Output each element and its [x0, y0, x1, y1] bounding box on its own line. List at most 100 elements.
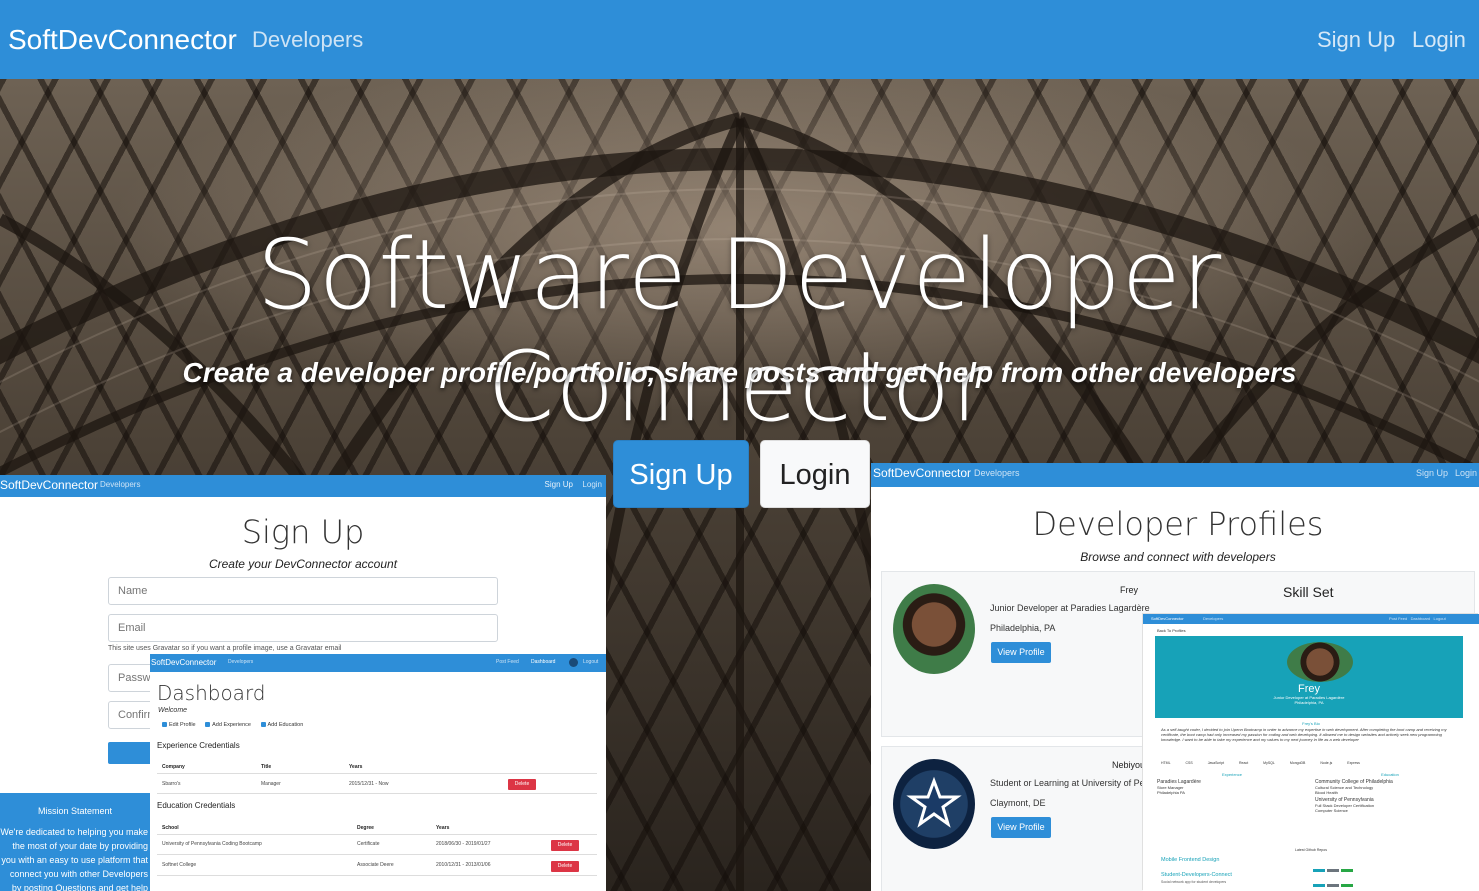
experience-column: Experience Paradies Lagardère Store Mana…	[1157, 772, 1307, 795]
divider	[157, 834, 597, 835]
profile-location: Philadelphia, PA	[990, 623, 1056, 633]
signup-submit-button[interactable]	[108, 742, 154, 764]
bio-heading: Frey's Bio	[1302, 721, 1320, 726]
profiles-preview-brand[interactable]: SoftDevConnector	[873, 466, 971, 480]
repo-badge	[1341, 869, 1353, 872]
skill-item: Express	[1347, 761, 1360, 765]
view-profile-button[interactable]: View Profile	[991, 642, 1051, 663]
repo-link[interactable]: Student-Developers-Connect	[1161, 872, 1232, 878]
nav-developers-link[interactable]: Developers	[252, 27, 363, 53]
dashboard-page-preview: SoftDevConnector Developers Post Feed Da…	[150, 654, 606, 891]
edu-col-degree: Degree	[357, 825, 374, 831]
email-input[interactable]	[108, 614, 498, 642]
education-credentials-heading: Education Credentials	[157, 801, 236, 810]
main-navbar: SoftDevConnector Developers Sign Up Logi…	[0, 0, 1479, 79]
profiles-preview-navbar: SoftDevConnector Developers Sign Up Logi…	[871, 463, 1479, 487]
exp-col-title: Title	[261, 764, 272, 770]
delete-education-button[interactable]: Delete	[551, 840, 579, 851]
hero-signup-button[interactable]: Sign Up	[613, 440, 749, 508]
briefcase-icon	[205, 722, 211, 727]
back-to-profiles-button[interactable]: Back To Profiles	[1157, 628, 1186, 633]
experience-heading: Experience	[1221, 772, 1242, 777]
signup-preview-developers-link[interactable]: Developers	[100, 480, 140, 489]
skill-item: JavaScript	[1207, 761, 1225, 765]
exp-row-company: Sbarro's	[162, 781, 181, 787]
profile-name: Nebiyou	[1112, 760, 1146, 770]
dashboard-actions: Edit Profile Add Experience Add Educatio…	[162, 722, 311, 728]
profile-name: Frey	[1120, 585, 1138, 595]
logout-link[interactable]: Logout	[583, 659, 598, 665]
repo-badges	[1313, 874, 1355, 891]
dashboard-preview-navbar: SoftDevConnector Developers Post Feed Da…	[150, 654, 606, 672]
signup-preview-login-link[interactable]: Login	[582, 480, 602, 489]
dashboard-preview-developers-link[interactable]: Developers	[228, 659, 253, 665]
profiles-subtitle: Browse and connect with developers	[1080, 550, 1276, 564]
signup-title: Sign Up	[241, 513, 365, 551]
bio-text: As a self-taught coder, I decided to joi…	[1161, 727, 1447, 742]
skill-item: Node.js	[1320, 761, 1333, 765]
profile-header-card: Frey Junior Developer at Paradies Lagard…	[1155, 636, 1463, 718]
view-profile-button[interactable]: View Profile	[991, 817, 1051, 838]
divider	[157, 875, 597, 876]
profile-location: Claymont, DE	[990, 798, 1046, 808]
user-circle-icon	[162, 722, 167, 727]
signup-preview-brand[interactable]: SoftDevConnector	[0, 478, 98, 492]
detail-preview-navbar: SoftDevConnector Developers Post Feed Da…	[1143, 614, 1479, 624]
nav-signup-link[interactable]: Sign Up	[1317, 27, 1395, 53]
edu-col-years: Years	[436, 825, 450, 831]
edu-row-years: 2010/12/31 - 2013/01/06	[436, 862, 491, 868]
add-experience-button[interactable]: Add Experience	[205, 722, 251, 728]
experience-location: Philadelphia PA	[1157, 790, 1185, 795]
profiles-preview-developers-link[interactable]: Developers	[974, 468, 1020, 478]
profile-role: Junior Developer at Paradies Lagardère	[990, 603, 1150, 613]
edu-row-school: Softnet College	[162, 862, 197, 868]
detail-preview-developers-link[interactable]: Developers	[1203, 616, 1223, 621]
profile-detail-name: Frey	[1298, 683, 1320, 695]
post-feed-link[interactable]: Post Feed	[496, 659, 519, 665]
hero-subtitle: Create a developer profile/portfolio, sh…	[182, 357, 1297, 388]
user-avatar[interactable]	[569, 658, 578, 667]
graduation-cap-icon	[260, 722, 266, 727]
signup-subtitle: Create your DevConnector account	[208, 557, 398, 571]
nav-login-link[interactable]: Login	[1412, 27, 1466, 53]
dashboard-link[interactable]: Dashboard	[531, 659, 555, 665]
profiles-preview-login-link[interactable]: Login	[1455, 468, 1477, 478]
profile-detail-location: Philadelphia, PA	[1294, 700, 1324, 705]
edu-row-degree: Certificate	[357, 841, 380, 847]
skill-item: React	[1239, 761, 1249, 765]
profiles-preview-signup-link[interactable]: Sign Up	[1416, 468, 1448, 478]
profiles-title: Developer Profiles	[1032, 505, 1324, 543]
skill-list: HTML CSS JavaScript React MySQL MongoDB …	[1161, 761, 1374, 765]
repo-link[interactable]: Mobile Frontend Design	[1161, 857, 1219, 863]
delete-experience-button[interactable]: Delete	[508, 779, 536, 790]
divider	[157, 773, 597, 774]
brand-logo-link[interactable]: SoftDevConnector	[8, 24, 237, 56]
experience-credentials-heading: Experience Credentials	[157, 741, 240, 750]
star-logo-icon	[906, 776, 962, 828]
detail-preview-nav-right[interactable]: Post Feed Dashboard Logout	[1389, 616, 1446, 621]
detail-preview-brand[interactable]: SoftDevConnector	[1151, 616, 1184, 621]
name-input[interactable]	[108, 577, 498, 605]
repo-badge	[1327, 884, 1339, 887]
add-education-button[interactable]: Add Education	[260, 722, 303, 728]
exp-row-title: Manager	[261, 781, 281, 787]
exp-col-company: Company	[162, 764, 185, 770]
divider	[157, 854, 597, 855]
edu-col-school: School	[162, 825, 179, 831]
signup-preview-signup-link[interactable]: Sign Up	[545, 480, 573, 489]
dashboard-preview-brand[interactable]: SoftDevConnector	[151, 658, 216, 667]
delete-education-button[interactable]: Delete	[551, 861, 579, 872]
profile-detail-avatar	[1287, 642, 1353, 682]
divider	[157, 793, 597, 794]
dashboard-welcome: Welcome	[158, 707, 188, 714]
edit-profile-button[interactable]: Edit Profile	[162, 722, 196, 728]
skill-item: MySQL	[1263, 761, 1275, 765]
exp-col-years: Years	[349, 764, 363, 770]
hero-title: Software Developer Connector	[256, 219, 1223, 443]
repo-badge	[1313, 869, 1325, 872]
hero-login-button[interactable]: Login	[760, 440, 870, 508]
repo-badge	[1341, 884, 1353, 887]
dashboard-title: Dashboard	[157, 681, 266, 705]
repo-badge	[1313, 884, 1325, 887]
profile-avatar	[893, 584, 975, 674]
